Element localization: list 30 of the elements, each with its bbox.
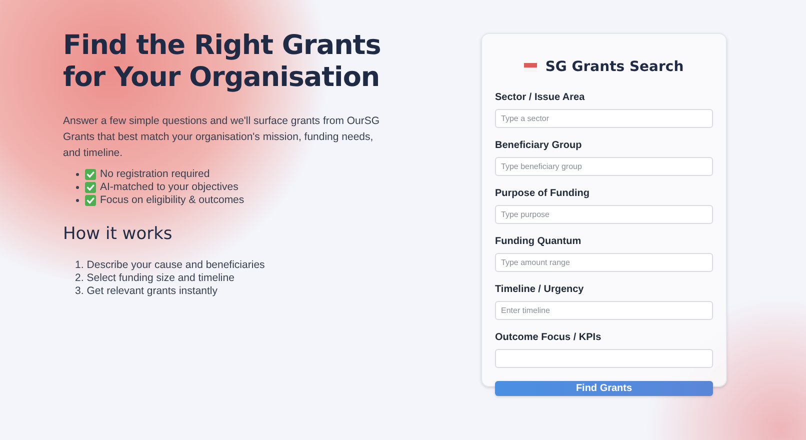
input-field[interactable]: Type a sector — [495, 109, 713, 128]
input-field[interactable]: Type beneficiary group — [495, 157, 713, 176]
step-text: Select funding size and timeline — [86, 270, 234, 284]
field-label: Funding Quantum — [495, 235, 582, 249]
field-label: Sector / Issue Area — [495, 91, 586, 105]
feature-text: Focus on eligibility & outcomes — [100, 192, 244, 208]
bullet-icon — [76, 199, 79, 202]
find-grants-button[interactable]: Find Grants — [495, 381, 713, 396]
step-text: Describe your cause and beneficiaries — [86, 258, 265, 270]
field-label: Timeline / Urgency — [495, 283, 585, 297]
intro-text: Answer a few simple questions and we'll surface grants from OurSG Grants that best match your organisation's mission, funding needs, and timeline. — [63, 114, 381, 161]
field-label: Purpose of Funding — [495, 187, 590, 201]
step-text: Get relevant grants instantly — [86, 284, 218, 296]
card-title: SG Grants Search — [545, 58, 684, 77]
bullet-icon — [76, 186, 79, 189]
input-field[interactable] — [495, 349, 713, 368]
input-field[interactable]: Type amount range — [495, 253, 713, 272]
step-number: 1. — [75, 258, 84, 270]
field-label: Outcome Focus / KPIs — [495, 331, 602, 345]
step-number: 3. — [75, 284, 84, 296]
page-title: Find the Right Grants for Your Organisation — [63, 30, 382, 94]
flag-icon — [524, 63, 538, 72]
input-field[interactable]: Enter timeline — [495, 301, 713, 320]
step-number: 2. — [75, 270, 84, 284]
feature-text: No registration required — [100, 166, 210, 182]
feature-text: AI-matched to your objectives — [100, 180, 238, 195]
field-label: Beneficiary Group — [495, 139, 583, 153]
bullet-icon — [76, 173, 79, 176]
input-field[interactable]: Type purpose — [495, 205, 713, 224]
section-heading: How it works — [63, 223, 174, 246]
